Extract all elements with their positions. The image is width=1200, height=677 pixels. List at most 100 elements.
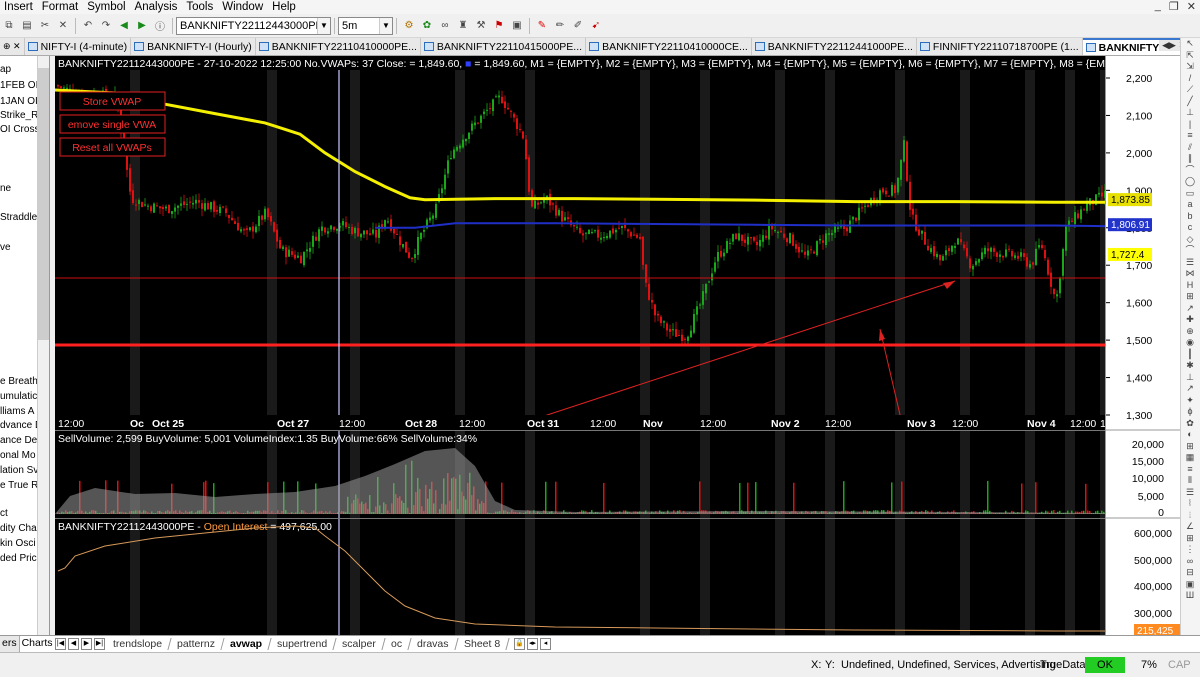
- delete-icon[interactable]: ✕: [56, 19, 70, 33]
- indicator-list-item[interactable]: 1JAN OI: [0, 96, 38, 107]
- draw-tool-icon[interactable]: ◯: [1181, 176, 1199, 188]
- chart-canvas[interactable]: Store VWAP emove single VWA Reset all VW…: [54, 56, 1200, 635]
- zoom-icon[interactable]: ⚒: [474, 19, 488, 33]
- draw-tool-icon[interactable]: ⌒: [1181, 165, 1199, 177]
- draw-tool-icon[interactable]: ⦚: [1181, 498, 1199, 510]
- draw-tool-icon[interactable]: ☰: [1181, 487, 1199, 499]
- chart-type-icon[interactable]: ▣: [510, 19, 524, 33]
- draw-tool-icon[interactable]: ≡: [1181, 130, 1199, 142]
- indicator-list-item[interactable]: lation Sv: [0, 465, 38, 476]
- tab-layers[interactable]: ers: [0, 636, 20, 652]
- draw-tool-icon[interactable]: Ш: [1181, 590, 1199, 602]
- copy-icon[interactable]: ⧉: [2, 19, 16, 33]
- restore-icon[interactable]: ❐: [1169, 0, 1179, 13]
- draw-tool-icon[interactable]: ⫽: [1181, 142, 1199, 154]
- pointer-icon[interactable]: ➹: [589, 19, 603, 33]
- draw-icon[interactable]: ♜: [456, 19, 470, 33]
- menu-item-format[interactable]: Format: [38, 0, 83, 14]
- minimize-icon[interactable]: _: [1155, 0, 1161, 13]
- indicator-list-item[interactable]: dity Cha: [0, 523, 37, 534]
- trend-arrow[interactable]: [534, 280, 956, 420]
- sheet-tool-icon[interactable]: ◂▸: [526, 638, 538, 650]
- prev-sheet-icon[interactable]: ◀: [68, 638, 79, 650]
- vwap-blue-line[interactable]: [375, 222, 1114, 229]
- draw-tool-icon[interactable]: ☰: [1181, 257, 1199, 269]
- draw-tool-icon[interactable]: ⇱: [1181, 50, 1199, 62]
- tab-chart-6[interactable]: FINNIFTY22110718700PE (1...: [917, 38, 1083, 55]
- back-icon[interactable]: ◀: [117, 19, 131, 33]
- tab-chart-3[interactable]: BANKNIFTY22110415000PE...: [421, 38, 587, 55]
- tab-chart-2[interactable]: BANKNIFTY22110410000PE...: [256, 38, 421, 55]
- paste-icon[interactable]: ▤: [20, 19, 34, 33]
- store-vwap-button[interactable]: Store VWAP: [59, 91, 166, 111]
- indicator-list-item[interactable]: umulatic: [0, 391, 37, 402]
- last-sheet-icon[interactable]: ▶|: [94, 638, 105, 650]
- indicator-list-item[interactable]: dvance D: [0, 420, 42, 431]
- pin-icon[interactable]: ⊕ ✕: [0, 38, 25, 55]
- cut-icon[interactable]: ✂: [38, 19, 52, 33]
- next-sheet-icon[interactable]: ▶: [81, 638, 92, 650]
- draw-tool-icon[interactable]: ⌒: [1181, 245, 1199, 257]
- tab-chart-4[interactable]: BANKNIFTY22110410000CE...: [586, 38, 752, 55]
- redo-icon[interactable]: ↷: [99, 19, 113, 33]
- brush-icon[interactable]: ✐: [571, 19, 585, 33]
- draw-tool-icon[interactable]: ✱: [1181, 360, 1199, 372]
- sheet-tool-icon[interactable]: 🔒: [513, 638, 525, 650]
- draw-tool-icon[interactable]: H: [1181, 280, 1199, 292]
- price-axis[interactable]: 2,2002,1002,0001,9001,8001,7001,6001,500…: [1105, 56, 1181, 637]
- draw-tool-icon[interactable]: ◇: [1181, 234, 1199, 246]
- draw-tool-icon[interactable]: ⊥: [1181, 372, 1199, 384]
- sheet-tab-1[interactable]: patternz: [168, 638, 225, 650]
- indicator-list-item[interactable]: ded Pric: [0, 553, 37, 564]
- left-panel-scroll-thumb[interactable]: [38, 68, 49, 340]
- line-icon[interactable]: ∞: [438, 19, 452, 33]
- indicator-list-item[interactable]: Straddle: [0, 212, 37, 223]
- draw-tool-icon[interactable]: ⊞: [1181, 533, 1199, 545]
- draw-tool-icon[interactable]: ∥: [1181, 153, 1199, 165]
- reset-vwaps-button[interactable]: Reset all VWAPs: [59, 137, 166, 157]
- tab-chart-5[interactable]: BANKNIFTY22112441000PE...: [752, 38, 917, 55]
- draw-tool-icon[interactable]: b: [1181, 211, 1199, 223]
- indicator-list-item[interactable]: ne: [0, 183, 11, 194]
- draw-tool-icon[interactable]: c: [1181, 222, 1199, 234]
- open-interest-line[interactable]: [57, 525, 1113, 632]
- draw-tool-icon[interactable]: ✦: [1181, 395, 1199, 407]
- draw-tool-icon[interactable]: ⟋: [1181, 84, 1199, 96]
- first-sheet-icon[interactable]: |◀: [55, 638, 66, 650]
- indicator-list-item[interactable]: lliams A: [0, 406, 34, 417]
- draw-tool-icon[interactable]: ⦙: [1181, 510, 1199, 522]
- draw-tool-icon[interactable]: ⋈: [1181, 268, 1199, 280]
- draw-tool-icon[interactable]: ↗: [1181, 383, 1199, 395]
- draw-tool-icon[interactable]: ✿: [1181, 418, 1199, 430]
- forward-icon[interactable]: ▶: [135, 19, 149, 33]
- chevron-down-icon[interactable]: ▼: [379, 17, 392, 34]
- remove-vwap-button[interactable]: emove single VWA: [59, 114, 166, 134]
- color-picker-icon[interactable]: ✎: [535, 19, 549, 33]
- draw-tool-icon[interactable]: ϕ: [1181, 406, 1199, 418]
- draw-tool-icon[interactable]: ✚: [1181, 314, 1199, 326]
- draw-tool-icon[interactable]: ┃: [1181, 349, 1199, 361]
- indicator-list-item[interactable]: ve: [0, 242, 11, 253]
- close-icon[interactable]: ✕: [1187, 0, 1196, 13]
- tab-chart-0[interactable]: NIFTY-I (4-minute): [25, 38, 132, 55]
- candle-icon[interactable]: ⚙: [402, 19, 416, 33]
- draw-tool-icon[interactable]: ▣: [1181, 579, 1199, 591]
- indicator-list-item[interactable]: ance De: [0, 435, 37, 446]
- sheet-tab-2[interactable]: avwap: [221, 638, 272, 650]
- draw-tool-icon[interactable]: ⦀: [1181, 475, 1199, 487]
- symbol-combobox[interactable]: BANKNIFTY22112443000PE ▼: [176, 16, 331, 35]
- draw-tool-icon[interactable]: ◐: [1181, 429, 1199, 441]
- draw-tool-icon[interactable]: ⊕: [1181, 326, 1199, 338]
- undo-icon[interactable]: ↶: [81, 19, 95, 33]
- draw-tool-icon[interactable]: ⊟: [1181, 567, 1199, 579]
- sheet-tab-0[interactable]: trendslope: [104, 638, 172, 650]
- menu-item-window[interactable]: Window: [218, 0, 268, 14]
- menu-item-symbol[interactable]: Symbol: [83, 0, 130, 14]
- indicator-list-item[interactable]: e Breath: [0, 376, 38, 387]
- draw-tool-icon[interactable]: ▭: [1181, 188, 1199, 200]
- chart-area[interactable]: Store VWAP emove single VWA Reset all VW…: [54, 56, 1200, 635]
- sheet-tab-4[interactable]: scalper: [333, 638, 386, 650]
- indicator-list-item[interactable]: ct: [0, 508, 8, 519]
- draw-tool-icon[interactable]: a: [1181, 199, 1199, 211]
- indicator-list-item[interactable]: ap: [0, 64, 11, 75]
